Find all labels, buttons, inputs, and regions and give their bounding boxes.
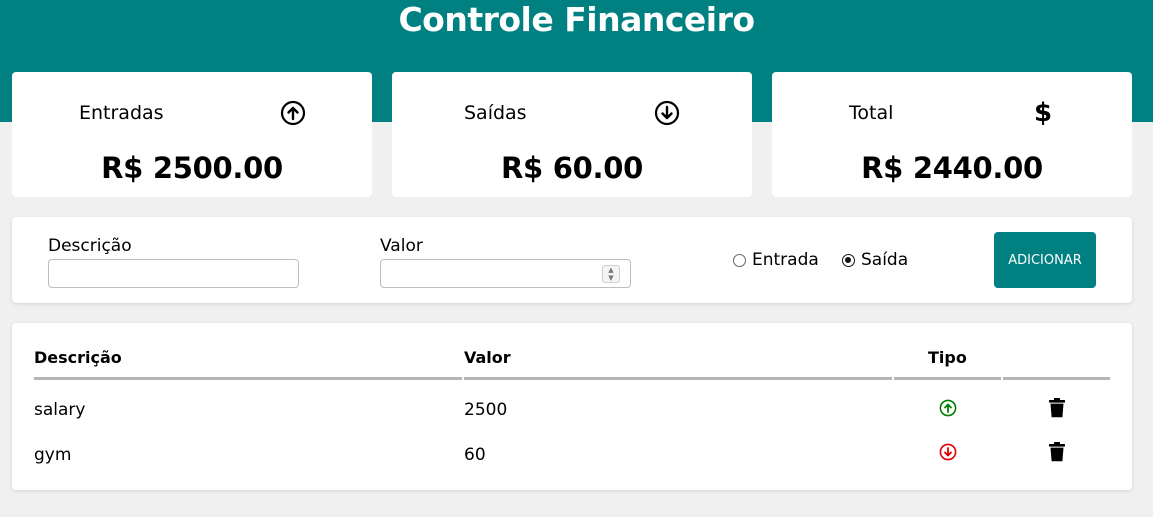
description-label: Descrição	[48, 236, 132, 256]
dollar-icon: $	[1033, 98, 1053, 128]
trash-icon[interactable]	[1048, 398, 1066, 418]
arrow-up-circle-icon	[939, 399, 957, 417]
column-header-amount: Valor	[464, 348, 511, 367]
chevron-down-icon[interactable]: ▼	[608, 274, 613, 282]
arrow-down-circle-icon	[654, 100, 680, 126]
header-divider	[464, 377, 892, 380]
radio-entrada-circle[interactable]	[733, 253, 746, 267]
row-amount: 2500	[464, 400, 508, 420]
row-description: gym	[34, 445, 72, 465]
header-divider	[894, 377, 1001, 380]
chevron-up-icon[interactable]: ▲	[608, 266, 613, 274]
description-input[interactable]	[48, 259, 299, 288]
amount-stepper[interactable]: ▲ ▼	[602, 265, 620, 283]
total-value: R$ 2440.00	[861, 151, 1043, 185]
add-button[interactable]: ADICIONAR	[994, 232, 1096, 288]
column-header-description: Descrição	[34, 348, 122, 367]
radio-entrada[interactable]: Entrada	[733, 250, 819, 270]
arrow-up-circle-icon	[280, 100, 306, 126]
expense-card: Saídas R$ 60.00	[392, 72, 752, 197]
radio-saida-label: Saída	[861, 250, 909, 270]
trash-icon[interactable]	[1048, 442, 1066, 462]
total-card: Total $ R$ 2440.00	[772, 72, 1132, 197]
radio-saida[interactable]: Saída	[842, 250, 908, 270]
row-description: salary	[34, 400, 86, 420]
expense-value: R$ 60.00	[501, 151, 643, 185]
radio-entrada-label: Entrada	[752, 250, 819, 270]
expense-label: Saídas	[464, 102, 527, 124]
income-value: R$ 2500.00	[101, 151, 283, 185]
transactions-table: Descrição Valor Tipo salary 2500 gym 60	[12, 323, 1132, 490]
row-amount: 60	[464, 445, 486, 465]
income-card: Entradas R$ 2500.00	[12, 72, 372, 197]
amount-label: Valor	[380, 236, 423, 256]
page-title: Controle Financeiro	[398, 0, 755, 39]
transaction-form: Descrição Valor ▲ ▼ Entrada Saída ADICIO…	[12, 217, 1132, 303]
total-label: Total	[849, 102, 894, 124]
column-header-type: Tipo	[928, 348, 967, 367]
income-label: Entradas	[79, 102, 164, 124]
header-divider	[34, 377, 462, 380]
arrow-down-circle-icon	[939, 443, 957, 461]
header-divider	[1003, 377, 1110, 380]
amount-input[interactable]: ▲ ▼	[380, 259, 631, 288]
radio-saida-circle[interactable]	[842, 253, 855, 267]
